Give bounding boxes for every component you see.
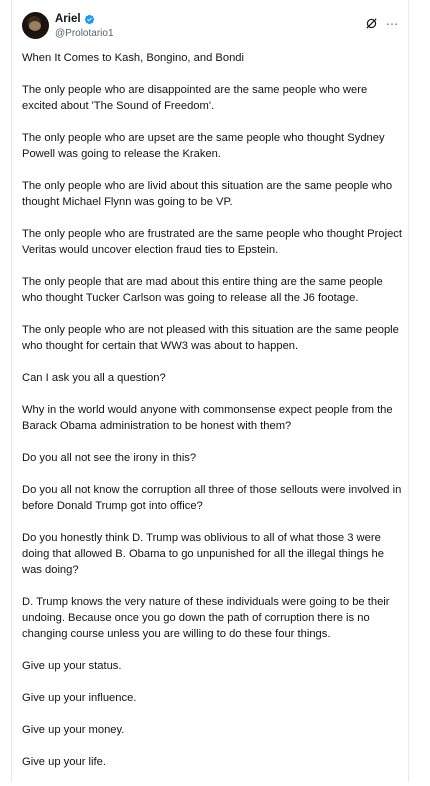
post-paragraph: When It Comes to Kash, Bongino, and Bond… bbox=[22, 52, 245, 64]
post-paragraph: Do you all not know the corruption all t… bbox=[22, 484, 402, 512]
post-paragraph: Do you all not see the irony in this? bbox=[22, 452, 197, 464]
post-paragraph: Why in the world would anyone with commo… bbox=[22, 404, 393, 432]
author-display-name[interactable]: Ariel bbox=[55, 13, 81, 25]
post-paragraph: Give up your life. bbox=[22, 756, 106, 768]
post-paragraph: Do you honestly think D. Trump was obliv… bbox=[22, 532, 384, 576]
author-name-row: Ariel bbox=[55, 13, 95, 25]
avatar[interactable] bbox=[22, 12, 49, 39]
header-actions: ⋯ bbox=[365, 17, 398, 30]
post-header: Ariel @Prolotario1 ⋯ bbox=[22, 12, 398, 44]
post-paragraph: The only people who are upset are the sa… bbox=[22, 132, 385, 160]
post-card: Ariel @Prolotario1 ⋯ When It Comes to Ka… bbox=[11, 0, 409, 782]
post-paragraph: The only people who are frustrated are t… bbox=[22, 228, 402, 256]
post-paragraph: Can I ask you all a question? bbox=[22, 372, 166, 384]
post-paragraph: Give up your money. bbox=[22, 724, 125, 736]
post-paragraph: Give up your influence. bbox=[22, 692, 137, 704]
more-icon[interactable]: ⋯ bbox=[386, 18, 398, 30]
author-handle[interactable]: @Prolotario1 bbox=[55, 28, 114, 39]
post-body: When It Comes to Kash, Bongino, and Bond… bbox=[22, 50, 402, 786]
grok-icon[interactable] bbox=[365, 17, 378, 30]
post-paragraph: The only people who are not pleased with… bbox=[22, 324, 399, 352]
post-paragraph: The only people who are disappointed are… bbox=[22, 84, 368, 112]
post-paragraph: The only people that are mad about this … bbox=[22, 276, 383, 304]
verified-badge-icon bbox=[84, 14, 94, 24]
post-paragraph: Give up your status. bbox=[22, 660, 122, 672]
post-paragraph: The only people who are livid about this… bbox=[22, 180, 393, 208]
post-paragraph: D. Trump knows the very nature of these … bbox=[22, 596, 390, 640]
